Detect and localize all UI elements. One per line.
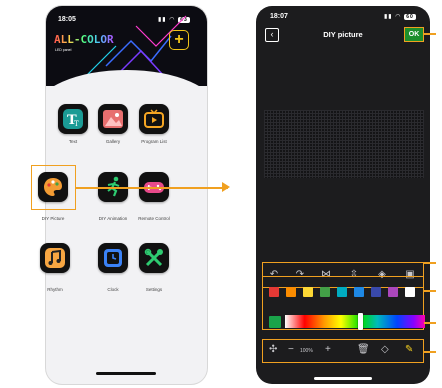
pixel-canvas[interactable] [264, 110, 424, 178]
diy-picture-screen: 18:07 ▮▮ ◠ 60 ‹ DIY picture OK ↶ ↷ ⋈ ⇳ ◈… [256, 6, 430, 384]
callout-arrow-line [76, 187, 228, 189]
app-label: Settings [145, 287, 163, 292]
app-label: Program List [141, 139, 167, 144]
signal-wifi-icons: ▮▮ ◠ 60 [384, 14, 416, 20]
color-slider[interactable] [285, 315, 425, 328]
clock-icon [104, 249, 122, 267]
status-time: 18:07 [270, 13, 288, 20]
brand-subtitle: LED panel [55, 48, 72, 52]
svg-text:T: T [74, 120, 79, 128]
arrow-right-icon [222, 182, 230, 192]
color-panel [262, 276, 425, 330]
callout-pointer-palette [424, 290, 436, 292]
callout-pointer-tools [424, 262, 436, 264]
ok-button[interactable]: OK [404, 27, 424, 42]
color-swatch[interactable] [320, 287, 330, 297]
app-label: Rhythm [47, 287, 63, 292]
move-icon[interactable]: ✣ [269, 344, 277, 355]
color-swatch[interactable] [269, 287, 279, 297]
program-list-app-tile[interactable] [139, 104, 169, 134]
text-icon: TT [63, 109, 83, 129]
app-label: DIY Picture [41, 216, 65, 221]
music-note-icon [45, 248, 65, 268]
pencil-icon[interactable]: ✎ [405, 344, 413, 355]
gallery-app-tile[interactable] [98, 104, 128, 134]
battery-icon: 60 [404, 14, 416, 20]
back-button[interactable]: ‹ [265, 28, 279, 42]
color-swatch[interactable] [286, 287, 296, 297]
tv-icon [144, 109, 164, 128]
color-swatch[interactable] [337, 287, 347, 297]
home-indicator [314, 377, 372, 380]
clock-app-tile[interactable] [98, 243, 128, 273]
selected-color-swatch [269, 316, 281, 328]
gallery-icon [103, 110, 123, 128]
page-title: DIY picture [323, 30, 363, 39]
brand-logo: ALL-COLOR [54, 33, 114, 46]
chevron-left-icon: ‹ [270, 29, 274, 39]
color-swatch[interactable] [388, 287, 398, 297]
diy-picture-highlight [31, 165, 76, 210]
rhythm-app-tile[interactable] [40, 243, 70, 273]
zoom-in-icon[interactable]: + [325, 344, 331, 355]
callout-pointer-bottom [424, 351, 436, 353]
callout-pointer-ok [424, 33, 436, 35]
callout-pointer-slider [424, 322, 436, 324]
zoom-out-icon[interactable]: − [288, 344, 294, 355]
app-header: 18:05 ▮▮ ◠ 63 ALL-COLOR LED panel + [46, 6, 207, 86]
eraser-icon[interactable]: ◇ [381, 344, 389, 355]
tools-icon [144, 248, 163, 267]
color-swatch[interactable] [354, 287, 364, 297]
settings-app-tile[interactable] [139, 243, 169, 273]
text-app-tile[interactable]: TT [58, 104, 88, 134]
app-label: Remote Control [138, 216, 170, 221]
home-indicator [96, 372, 156, 375]
color-swatch[interactable] [303, 287, 313, 297]
color-swatch[interactable] [405, 287, 415, 297]
bottom-toolbar: ✣ − 100% + 🗑 ◇ ✎ [262, 339, 424, 363]
plus-square-icon[interactable]: + [169, 30, 189, 50]
zoom-level: 100% [300, 348, 313, 354]
trash-icon[interactable]: 🗑 [357, 344, 370, 355]
color-slider-handle[interactable] [358, 313, 363, 330]
color-swatch[interactable] [371, 287, 381, 297]
